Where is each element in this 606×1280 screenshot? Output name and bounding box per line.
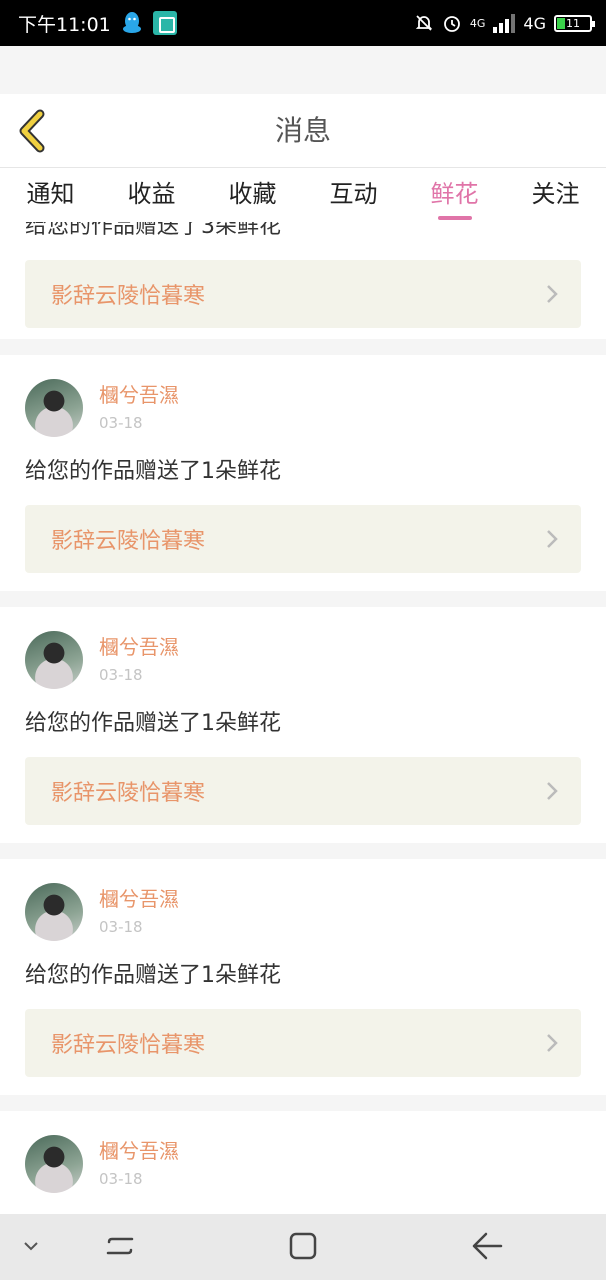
page-title: 消息	[274, 114, 331, 147]
avatar[interactable]	[25, 631, 83, 689]
signal-icon	[493, 13, 516, 33]
battery-icon: 11	[554, 14, 595, 32]
message-text: 给您的作品赠送了1朵鲜花	[25, 963, 281, 988]
app-header: 消息	[0, 94, 606, 168]
sender-name[interactable]: 槶兮吾濕	[99, 886, 179, 912]
sender-name[interactable]: 槶兮吾濕	[99, 382, 179, 408]
chevron-down-icon[interactable]	[22, 1240, 40, 1252]
chevron-right-icon	[547, 285, 558, 303]
status-bar: 下午11:01 4G 4G 11	[0, 0, 606, 46]
tab-earnings[interactable]: 收益	[101, 168, 202, 222]
chevron-right-icon	[547, 1034, 558, 1052]
sender-row: 槶兮吾濕 03-18	[25, 355, 581, 437]
list-item: 槶兮吾濕 03-18 给您的作品赠送了1朵鲜花 影辞云陵恰暮寒	[0, 355, 606, 591]
message-date: 03-18	[99, 414, 143, 432]
sender-name[interactable]: 槶兮吾濕	[99, 634, 179, 660]
list-item: 给您的作品赠送了3朵鲜花 影辞云陵恰暮寒	[0, 222, 606, 339]
status-time: 下午11:01	[18, 13, 111, 36]
work-link[interactable]: 影辞云陵恰暮寒	[25, 505, 581, 573]
message-tabs: 通知 收益 收藏 互动 鲜花 关注	[0, 168, 606, 222]
network-type: 4G	[523, 13, 546, 33]
alarm-icon	[443, 16, 460, 32]
list-item: 槶兮吾濕 03-18	[0, 1111, 606, 1214]
list-item: 槶兮吾濕 03-18 给您的作品赠送了1朵鲜花 影辞云陵恰暮寒	[0, 607, 606, 843]
mute-bell-icon	[415, 15, 433, 31]
message-date: 03-18	[99, 1170, 143, 1188]
flower-message-list[interactable]: 给您的作品赠送了3朵鲜花 影辞云陵恰暮寒 槶兮吾濕 03-18 给您的作品赠送了…	[0, 222, 606, 1214]
avatar[interactable]	[25, 883, 83, 941]
qq-icon	[122, 12, 141, 33]
message-text: 给您的作品赠送了3朵鲜花	[25, 222, 281, 239]
sender-row: 槶兮吾濕 03-18	[25, 1111, 581, 1193]
sender-row: 槶兮吾濕 03-18	[25, 859, 581, 941]
work-link[interactable]: 影辞云陵恰暮寒	[25, 1009, 581, 1077]
list-item: 槶兮吾濕 03-18 给您的作品赠送了1朵鲜花 影辞云陵恰暮寒	[0, 859, 606, 1095]
message-text: 给您的作品赠送了1朵鲜花	[25, 459, 281, 484]
message-text: 给您的作品赠送了1朵鲜花	[25, 711, 281, 736]
tab-notifications[interactable]: 通知	[0, 168, 101, 222]
back-arrow-icon[interactable]	[470, 1230, 504, 1262]
sender-name[interactable]: 槶兮吾濕	[99, 1138, 179, 1164]
network-type-small: 4G	[469, 16, 486, 30]
chevron-right-icon	[547, 530, 558, 548]
work-title: 影辞云陵恰暮寒	[51, 529, 206, 554]
work-link[interactable]: 影辞云陵恰暮寒	[25, 757, 581, 825]
recent-apps-icon[interactable]	[104, 1230, 136, 1262]
message-date: 03-18	[99, 666, 143, 684]
work-title: 影辞云陵恰暮寒	[51, 781, 206, 806]
tab-favorites[interactable]: 收藏	[202, 168, 303, 222]
message-date: 03-18	[99, 918, 143, 936]
work-title: 影辞云陵恰暮寒	[51, 284, 206, 309]
avatar[interactable]	[25, 379, 83, 437]
tab-follows[interactable]: 关注	[505, 168, 606, 222]
tab-interactions[interactable]: 互动	[303, 168, 404, 222]
avatar[interactable]	[25, 1135, 83, 1193]
battery-level: 11	[566, 16, 580, 30]
home-icon[interactable]	[287, 1230, 319, 1262]
scan-icon	[152, 11, 177, 35]
work-title: 影辞云陵恰暮寒	[51, 1033, 206, 1058]
system-navigation-bar	[0, 1214, 606, 1280]
chevron-right-icon	[547, 782, 558, 800]
work-link[interactable]: 影辞云陵恰暮寒	[25, 260, 581, 328]
sender-row: 槶兮吾濕 03-18	[25, 607, 581, 689]
tab-flowers[interactable]: 鲜花	[404, 168, 505, 222]
